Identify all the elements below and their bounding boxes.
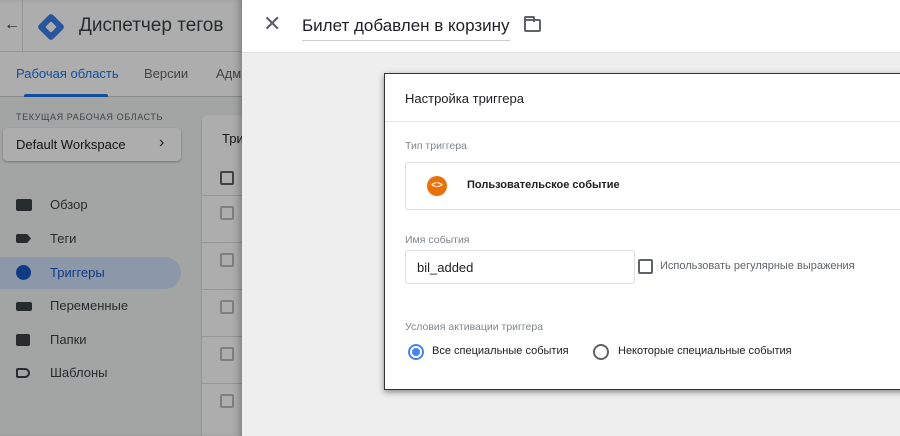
trigger-type-value: Пользовательское событие bbox=[467, 179, 620, 191]
conditions-label: Условия активации триггера bbox=[405, 321, 543, 333]
trigger-type-label: Тип триггера bbox=[405, 140, 467, 152]
radio-some-label[interactable]: Некоторые специальные события bbox=[618, 345, 792, 357]
radio-all-events[interactable] bbox=[408, 344, 424, 360]
trigger-config-card[interactable]: Настройка триггера Тип триггера <> Польз… bbox=[384, 73, 900, 390]
overlay-scrim[interactable] bbox=[0, 0, 242, 436]
regex-checkbox[interactable] bbox=[638, 259, 653, 274]
radio-some-events[interactable] bbox=[593, 344, 609, 360]
event-name-label: Имя события bbox=[405, 234, 470, 246]
folder-icon[interactable] bbox=[524, 16, 541, 32]
radio-all-label[interactable]: Все специальные события bbox=[432, 345, 569, 357]
close-icon[interactable]: ✕ bbox=[263, 13, 281, 35]
trigger-editor-panel: ✕ Билет добавлен в корзину Настройка три… bbox=[242, 0, 900, 436]
panel-header: ✕ Билет добавлен в корзину bbox=[242, 0, 900, 53]
background-app: ← Диспетчер тегов Рабочая область Версии… bbox=[0, 0, 242, 436]
card-header: Настройка триггера bbox=[385, 74, 900, 122]
trigger-type-selector[interactable]: <> Пользовательское событие bbox=[405, 162, 900, 210]
event-name-input[interactable]: bil_added bbox=[405, 250, 635, 284]
custom-event-icon: <> bbox=[427, 176, 447, 196]
trigger-name-input[interactable]: Билет добавлен в корзину bbox=[302, 16, 510, 41]
regex-label[interactable]: Использовать регулярные выражения bbox=[660, 260, 855, 272]
card-title: Настройка триггера bbox=[405, 91, 524, 106]
